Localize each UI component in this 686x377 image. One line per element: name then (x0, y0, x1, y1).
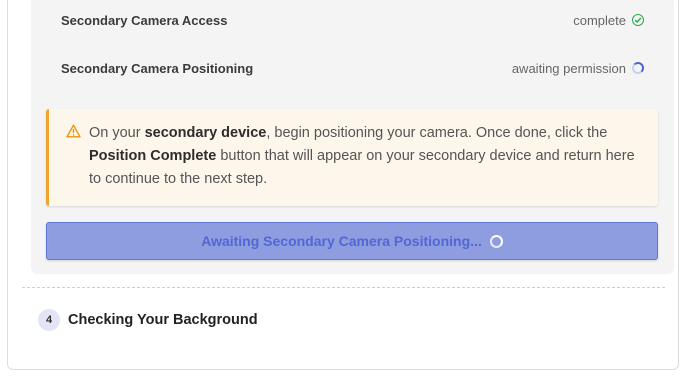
status-label: Secondary Camera Positioning (61, 60, 254, 76)
alert-text: On your secondary device, begin position… (89, 125, 635, 187)
secondary-device-emphasis: secondary device (144, 125, 267, 141)
spinner-icon (632, 62, 644, 74)
status-text: awaiting permission (511, 60, 626, 76)
awaiting-positioning-button[interactable]: Awaiting Secondary Camera Positioning... (46, 222, 658, 260)
step-number-badge: 4 (38, 309, 60, 331)
status-text: complete (573, 12, 626, 28)
warning-triangle-icon (66, 124, 81, 143)
button-label: Awaiting Secondary Camera Positioning... (201, 233, 482, 249)
check-circle-icon (632, 14, 644, 26)
spinner-icon (489, 234, 503, 248)
status-value: awaiting permission (512, 61, 644, 76)
status-label: Secondary Camera Access (61, 12, 228, 28)
step-4-header: 4 Checking Your Background (38, 309, 258, 331)
status-value: complete (573, 13, 644, 28)
section-divider (22, 287, 665, 288)
status-row-camera-access: Secondary Camera Access complete (61, 8, 644, 32)
position-complete-emphasis: Position Complete (89, 148, 217, 164)
instruction-alert: On your secondary device, begin position… (46, 109, 658, 206)
status-row-camera-positioning: Secondary Camera Positioning awaiting pe… (61, 56, 644, 80)
step-title: Checking Your Background (68, 312, 258, 328)
step-3-panel: Secondary Camera Access complete Seconda… (31, 0, 674, 274)
